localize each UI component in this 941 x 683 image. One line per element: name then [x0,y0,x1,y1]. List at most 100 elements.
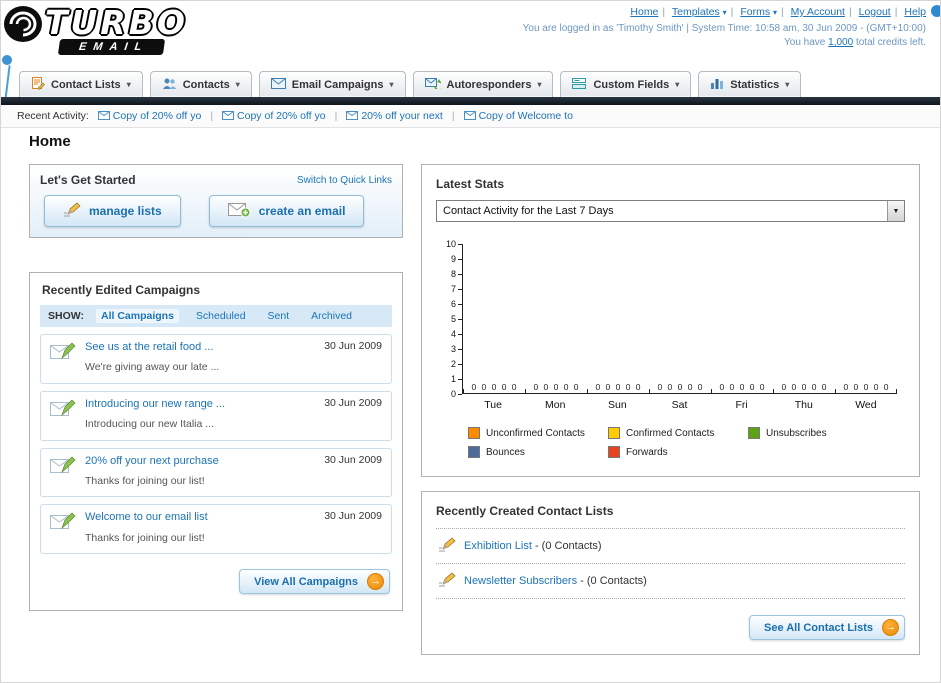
campaign-row: See us at the retail food ... We're givi… [40,334,392,384]
credits-info: You have 1,000 total credits left. [784,37,926,48]
legend-item: Forwards [608,446,748,458]
right-column: Latest Stats Contact Activity for the La… [421,164,920,655]
latest-stats-panel: Latest Stats Contact Activity for the La… [421,164,920,477]
recent-activity-item[interactable]: Copy of 20% off yo [237,110,326,122]
recent-activity-item[interactable]: Copy of 20% off yo [113,110,202,122]
campaign-edit-icon [50,342,76,367]
see-all-contact-lists-button[interactable]: See All Contact Lists → [748,615,905,640]
y-axis-tick: 1 [451,374,462,385]
campaign-filter-bar: SHOW: All Campaigns Scheduled Sent Archi… [40,305,392,327]
arrow-icon: → [367,573,384,591]
filter-scheduled[interactable]: Scheduled [191,309,251,323]
chevron-down-icon: ▾ [675,80,680,89]
switch-quick-links-link[interactable]: Switch to Quick Links [297,175,392,186]
pencil-icon [63,202,81,220]
contact-list-count: - (0 Contacts) [534,540,602,552]
chevron-down-icon: ▾ [235,80,240,89]
nav-link-forms[interactable]: Forms [740,6,770,18]
chart-legend: Unconfirmed Contacts Confirmed Contacts Un… [468,427,905,458]
tab-autoresponders[interactable]: Autoresponders ▾ [412,71,554,97]
legend-label: Forwards [626,446,668,458]
blue-dot-decoration [2,55,12,65]
nav-link-templates[interactable]: Templates [672,6,720,18]
main-nav-tabbar: Contact Lists ▾ Contacts ▾ Email Campaigns… [19,69,940,97]
campaign-date: 30 Jun 2009 [324,510,382,523]
bar-group: 0 0 0 0 0 [711,244,773,393]
contact-lists-icon [31,76,45,93]
contact-list-link[interactable]: Newsletter Subscribers [464,575,577,587]
campaigns-title: Recently Edited Campaigns [42,283,201,297]
tab-statistics[interactable]: Statistics ▾ [698,71,802,97]
campaign-link[interactable]: Introducing our new range ... [85,397,315,412]
campaign-edit-icon [50,512,76,537]
chevron-down-icon: ▾ [722,8,727,17]
statistics-icon [710,77,724,92]
x-axis-label: Fri [735,399,748,411]
x-axis-label: Wed [855,399,877,411]
y-axis-tick: 8 [451,269,462,280]
tab-custom-fields[interactable]: Custom Fields ▾ [560,71,692,97]
tab-contact-lists[interactable]: Contact Lists ▾ [19,71,143,97]
campaign-subtitle: Thanks for joining our list! [85,474,205,487]
chart-y-axis: 0 1 2 3 4 5 6 7 8 9 10 [436,239,462,399]
bar-value-labels: 0 0 0 0 0 [719,382,765,392]
x-axis-label: Tue [484,399,502,411]
stats-title: Latest Stats [436,177,505,191]
y-axis-tick: 7 [451,284,462,295]
campaign-link[interactable]: Welcome to our email list [85,510,315,525]
chart-plot-area: 0 0 0 0 0 0 0 0 0 0 0 0 0 0 0 0 0 0 0 0 0 0 … [462,244,897,394]
bar-group: 0 0 0 0 0 [587,244,649,393]
x-axis-label: Thu [794,399,813,411]
y-axis-tick: 2 [451,359,462,370]
nav-link-home[interactable]: Home [630,6,658,18]
legend-item: Unsubscribes [748,427,888,439]
campaign-row: Introducing our new range ... Introducin… [40,390,392,441]
bar-group: 0 0 0 0 0 [463,244,525,393]
filter-all-campaigns[interactable]: All Campaigns [95,309,179,323]
contact-activity-chart: 0 1 2 3 4 5 6 7 8 9 10 0 0 0 0 00 0 0 0 00 0 0 0 0… [436,239,905,399]
logo-swirl-icon [3,3,47,50]
logo-subtitle: EMAIL [57,39,166,55]
manage-lists-button[interactable]: manage lists [44,195,181,227]
chart-x-axis: Tue Mon Sun Sat Fri Thu Wed [462,394,897,411]
filter-sent[interactable]: Sent [263,309,295,323]
filter-archived[interactable]: Archived [306,309,357,323]
campaign-link[interactable]: 20% off your next purchase [85,454,315,469]
campaign-edit-icon [50,456,76,481]
nav-link-logout[interactable]: Logout [859,6,891,18]
credits-value: 1,000 [828,37,854,48]
recent-activity-item[interactable]: Copy of Welcome to [479,110,573,122]
page: TURBO EMAIL Home | Templates ▾ | Forms ▾ | … [0,0,941,683]
recent-activity-item[interactable]: 20% off your next [361,110,443,122]
turbo-logo: TURBO EMAIL [1,1,251,61]
recent-activity-bar: Recent Activity: Copy of 20% off yo | Co… [1,105,940,128]
chevron-down-icon: ▼ [887,201,904,221]
left-column: Let's Get Started Switch to Quick Links … [29,164,403,612]
bar-group: 0 0 0 0 0 [835,244,897,393]
recently-edited-campaigns-panel: Recently Edited Campaigns SHOW: All Camp… [29,272,403,612]
x-axis-label: Mon [544,399,566,411]
envelope-icon [463,110,476,123]
autoresponders-icon [424,77,444,92]
stats-period-select[interactable]: Contact Activity for the Last 7 Days ▼ [436,200,905,222]
nav-link-my-account[interactable]: My Account [791,6,845,18]
pencil-icon [438,537,456,555]
campaign-subtitle: Thanks for joining our list! [85,531,205,544]
campaign-link[interactable]: See us at the retail food ... [85,340,315,355]
x-axis-label: Sun [608,399,627,411]
contact-list-link[interactable]: Exhibition List [464,540,532,552]
chevron-down-icon: ▾ [389,80,394,89]
view-all-campaigns-button[interactable]: View All Campaigns → [239,569,390,595]
bar-value-labels: 0 0 0 0 0 [781,382,827,392]
envelope-icon [346,110,359,123]
bar-value-labels: 0 0 0 0 0 [657,382,703,392]
bar-value-labels: 0 0 0 0 0 [843,382,889,392]
nav-link-help[interactable]: Help [904,6,926,18]
tab-contacts[interactable]: Contacts ▾ [149,71,252,97]
bar-value-labels: 0 0 0 0 0 [595,382,641,392]
blue-dot-decoration [931,5,940,17]
create-email-button[interactable]: create an email [208,195,365,227]
tab-email-campaigns[interactable]: Email Campaigns ▾ [258,71,406,97]
legend-swatch [468,427,480,439]
get-started-panel: Let's Get Started Switch to Quick Links … [29,164,403,238]
